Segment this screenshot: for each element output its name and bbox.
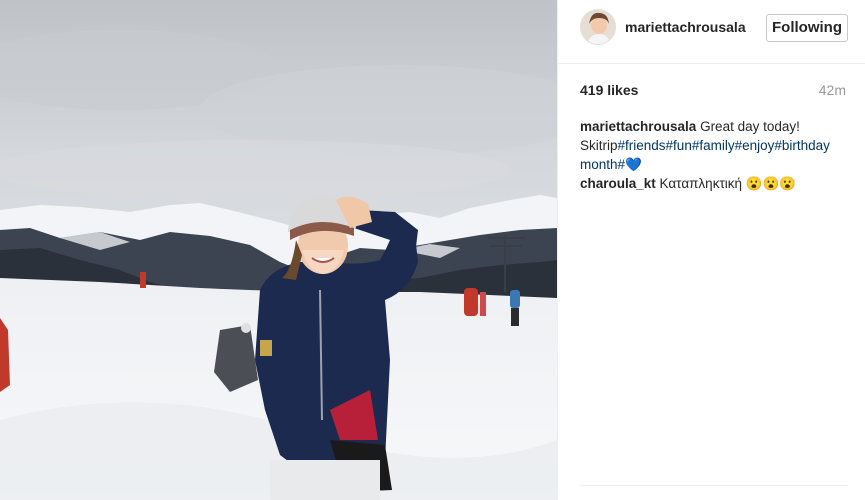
post-header: mariettachrousala Following: [558, 0, 865, 64]
hashtag-link[interactable]: #: [618, 157, 626, 172]
hashtag-link[interactable]: #family: [692, 138, 735, 153]
hashtag-link[interactable]: #friends: [618, 138, 666, 153]
ski-photo-image: [0, 0, 557, 500]
blue-heart-icon: 💙: [625, 157, 642, 172]
post-photo[interactable]: [0, 0, 557, 500]
avatar[interactable]: [580, 9, 616, 45]
post-info-panel: mariettachrousala Following 419 likes 42…: [557, 0, 865, 500]
comments-list: mariettachrousala Great day today! Skitr…: [580, 117, 848, 193]
caption-comment: mariettachrousala Great day today! Skitr…: [580, 117, 848, 174]
divider: [580, 485, 848, 486]
hashtag-link[interactable]: #enjoy: [735, 138, 775, 153]
avatar-image: [581, 10, 615, 44]
post-time[interactable]: 42m: [819, 82, 846, 98]
comment-username[interactable]: charoula_kt: [580, 176, 656, 191]
hashtag-link[interactable]: #fun: [666, 138, 692, 153]
likes-count[interactable]: 419 likes: [580, 82, 638, 98]
following-button[interactable]: Following: [766, 14, 848, 42]
comment: charoula_kt Καταπληκτική 😮😮😮: [580, 174, 848, 193]
comment-username[interactable]: mariettachrousala: [580, 119, 696, 134]
comment-text: Καταπληκτική 😮😮😮: [655, 176, 797, 191]
header-username-link[interactable]: mariettachrousala: [625, 19, 746, 35]
